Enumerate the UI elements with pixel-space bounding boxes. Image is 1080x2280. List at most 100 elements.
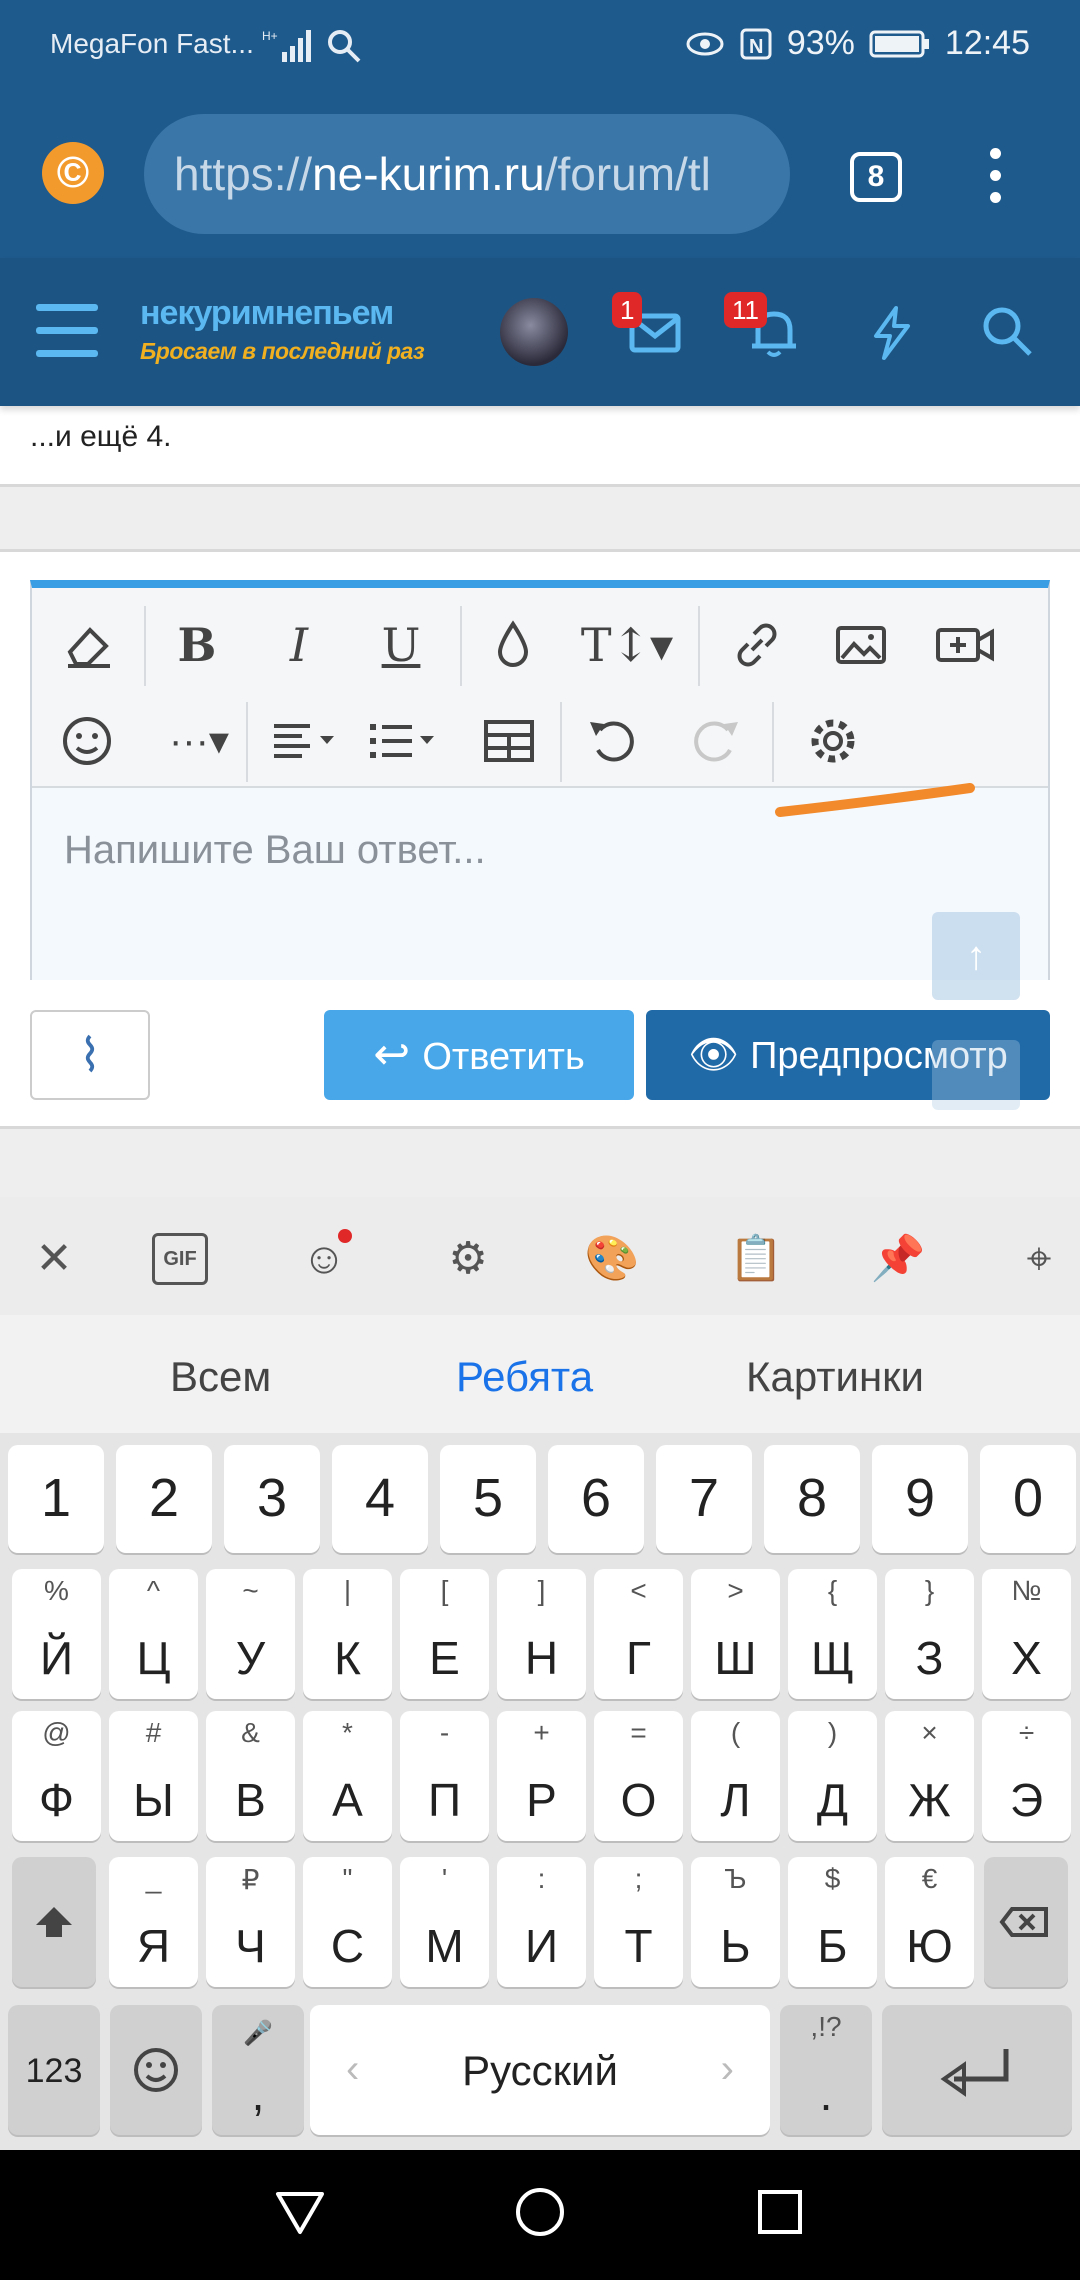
more-users-text[interactable]: ...и ещё 4.: [30, 420, 172, 454]
key-letter[interactable]: % Й: [12, 1569, 101, 1699]
more-options-icon[interactable]: ···▾: [144, 706, 254, 776]
backspace-key[interactable]: [984, 1857, 1068, 1987]
search-icon[interactable]: [978, 302, 1038, 362]
key-1[interactable]: 1: [8, 1445, 104, 1553]
key-letter[interactable]: " С: [303, 1857, 392, 1987]
enter-key[interactable]: [882, 2005, 1072, 2135]
shift-key[interactable]: [12, 1857, 96, 1987]
site-favicon-icon[interactable]: ©: [42, 142, 104, 204]
tab-pictures[interactable]: Картинки: [746, 1353, 924, 1401]
recents-icon[interactable]: [750, 2182, 810, 2242]
key-letter[interactable]: ^ Ц: [109, 1569, 198, 1699]
browser-menu-icon[interactable]: [990, 148, 1002, 208]
key-letter[interactable]: = О: [594, 1711, 683, 1841]
key-letter[interactable]: | К: [303, 1569, 392, 1699]
messages-button[interactable]: 1: [612, 292, 686, 362]
gif-icon[interactable]: GIF: [152, 1233, 208, 1285]
clear-format-icon[interactable]: [52, 610, 122, 680]
image-icon[interactable]: [826, 610, 896, 680]
key-letter[interactable]: × Ж: [885, 1711, 974, 1841]
gear-icon[interactable]: [798, 706, 868, 776]
theme-palette-icon[interactable]: 🎨: [582, 1229, 642, 1289]
location-icon[interactable]: ⌖: [1014, 1229, 1064, 1289]
site-logo[interactable]: некуримнепьем: [140, 294, 394, 333]
link-icon[interactable]: [722, 610, 792, 680]
font-size-icon[interactable]: T↕▾: [572, 610, 682, 680]
key-letter[interactable]: [Е: [400, 1569, 489, 1699]
key-5[interactable]: 5: [440, 1445, 536, 1553]
video-icon[interactable]: [930, 610, 1000, 680]
key-letter[interactable]: $ Б: [788, 1857, 877, 1987]
svg-text:H+: H+: [262, 29, 278, 43]
key-letter[interactable]: ' М: [400, 1857, 489, 1987]
key-letter[interactable]: # Ы: [109, 1711, 198, 1841]
space-key[interactable]: Русский ‹ ›: [310, 2005, 770, 2135]
key-letter[interactable]: ] Н: [497, 1569, 586, 1699]
key-7[interactable]: 7: [656, 1445, 752, 1553]
key-letter[interactable]: ) Д: [788, 1711, 877, 1841]
italic-icon[interactable]: I: [264, 610, 334, 680]
scroll-to-top-button[interactable]: ↑: [932, 912, 1020, 1000]
key-letter[interactable]: + Р: [497, 1711, 586, 1841]
key-2[interactable]: 2: [116, 1445, 212, 1553]
key-alt-label: -: [439, 1717, 450, 1748]
key-letter[interactable]: -П: [400, 1711, 489, 1841]
align-icon[interactable]: [264, 706, 354, 776]
key-letter[interactable]: * А: [303, 1711, 392, 1841]
scroll-to-bottom-button[interactable]: [932, 1040, 1020, 1110]
key-letter[interactable]: > Ш: [691, 1569, 780, 1699]
key-9[interactable]: 9: [872, 1445, 968, 1553]
clipboard-icon[interactable]: 📋: [726, 1229, 786, 1289]
redo-icon[interactable]: [680, 706, 750, 776]
text-color-drop-icon[interactable]: [478, 610, 548, 680]
period-key[interactable]: ,!?.: [780, 2005, 872, 2135]
comma-key[interactable]: , 🎤: [212, 2005, 304, 2135]
key-letter[interactable]: № Х: [982, 1569, 1071, 1699]
key-letter[interactable]: (Л: [691, 1711, 780, 1841]
lightning-icon[interactable]: [862, 302, 922, 362]
smiley-icon[interactable]: [52, 706, 122, 776]
key-letter[interactable]: :И: [497, 1857, 586, 1987]
key-letter[interactable]: ~ У: [206, 1569, 295, 1699]
numbers-mode-key[interactable]: 123: [8, 2005, 100, 2135]
key-letter[interactable]: ÷ Э: [982, 1711, 1071, 1841]
url-field[interactable]: https://ne-kurim.ru/forum/tl: [144, 114, 790, 234]
back-icon[interactable]: [270, 2182, 330, 2242]
key-letter[interactable]: < Г: [594, 1569, 683, 1699]
reply-button[interactable]: ↩ Ответить: [324, 1010, 634, 1100]
key-4[interactable]: 4: [332, 1445, 428, 1553]
list-icon[interactable]: [362, 706, 452, 776]
alerts-button[interactable]: 11: [724, 292, 804, 362]
key-letter[interactable]: } З: [885, 1569, 974, 1699]
underline-icon[interactable]: U: [366, 610, 436, 680]
table-icon[interactable]: [474, 706, 544, 776]
bold-icon[interactable]: B: [162, 610, 232, 680]
attach-files-button[interactable]: ⌇: [30, 1010, 150, 1100]
key-3[interactable]: 3: [224, 1445, 320, 1553]
key-0[interactable]: 0: [980, 1445, 1076, 1553]
key-letter[interactable]: ₽ Ч: [206, 1857, 295, 1987]
emoji-key[interactable]: [110, 2005, 202, 2135]
close-icon[interactable]: ✕: [24, 1229, 84, 1289]
key-alt-label: ÷: [1018, 1717, 1035, 1748]
home-icon[interactable]: [510, 2182, 570, 2242]
key-8[interactable]: 8: [764, 1445, 860, 1553]
key-letter[interactable]: {Щ: [788, 1569, 877, 1699]
key-letter[interactable]: & В: [206, 1711, 295, 1841]
key-label: Т: [624, 1920, 653, 1972]
sticker-icon[interactable]: ☺: [294, 1229, 354, 1289]
key-letter[interactable]: € Ю: [885, 1857, 974, 1987]
hamburger-menu-icon[interactable]: [36, 304, 98, 357]
key-letter[interactable]: _ Я: [109, 1857, 198, 1987]
key-letter[interactable]: ЪЬ: [691, 1857, 780, 1987]
tab-switcher-button[interactable]: 8: [850, 152, 902, 202]
key-letter[interactable]: ; Т: [594, 1857, 683, 1987]
settings-icon[interactable]: ⚙: [438, 1229, 498, 1289]
key-6[interactable]: 6: [548, 1445, 644, 1553]
key-letter[interactable]: @ Ф: [12, 1711, 101, 1841]
avatar[interactable]: [500, 298, 568, 366]
tab-all[interactable]: Всем: [170, 1353, 271, 1401]
pin-icon[interactable]: 📌: [868, 1229, 928, 1289]
undo-icon[interactable]: [578, 706, 648, 776]
tab-guys[interactable]: Ребята: [456, 1353, 593, 1401]
